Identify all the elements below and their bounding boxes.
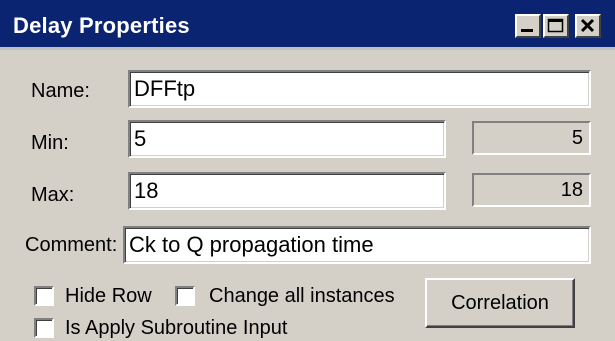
- name-input[interactable]: [130, 72, 589, 106]
- comment-input[interactable]: [125, 228, 589, 262]
- close-button[interactable]: [575, 14, 601, 38]
- change-all-instances-label[interactable]: Change all instances: [209, 285, 395, 308]
- maximize-button[interactable]: [543, 14, 569, 38]
- max-label: Max:: [31, 184, 75, 206]
- min-input[interactable]: [130, 122, 444, 156]
- min-display: 5: [472, 121, 591, 155]
- name-label: Name:: [31, 80, 90, 102]
- comment-field[interactable]: [123, 226, 591, 264]
- min-label: Min:: [31, 132, 69, 154]
- close-icon: [580, 18, 595, 33]
- name-field[interactable]: [128, 70, 591, 108]
- apply-subroutine-input-checkbox[interactable]: [34, 318, 54, 338]
- max-display: 18: [472, 173, 591, 207]
- comment-label: Comment:: [25, 234, 118, 256]
- hide-row-label[interactable]: Hide Row: [65, 285, 152, 308]
- title-bar[interactable]: Delay Properties: [0, 0, 615, 50]
- correlation-button[interactable]: Correlation: [425, 278, 575, 328]
- minimize-icon: [521, 29, 533, 32]
- hide-row-checkbox[interactable]: [34, 286, 54, 306]
- apply-subroutine-input-label[interactable]: Is Apply Subroutine Input: [65, 317, 287, 340]
- minimize-button[interactable]: [515, 14, 541, 38]
- delay-properties-window: Delay Properties Name: Min: 5 Max:: [0, 0, 615, 341]
- max-field[interactable]: [128, 172, 446, 210]
- maximize-icon: [547, 18, 564, 33]
- max-input[interactable]: [130, 174, 444, 208]
- window-title: Delay Properties: [13, 13, 190, 38]
- min-field[interactable]: [128, 120, 446, 158]
- change-all-instances-checkbox[interactable]: [175, 286, 195, 306]
